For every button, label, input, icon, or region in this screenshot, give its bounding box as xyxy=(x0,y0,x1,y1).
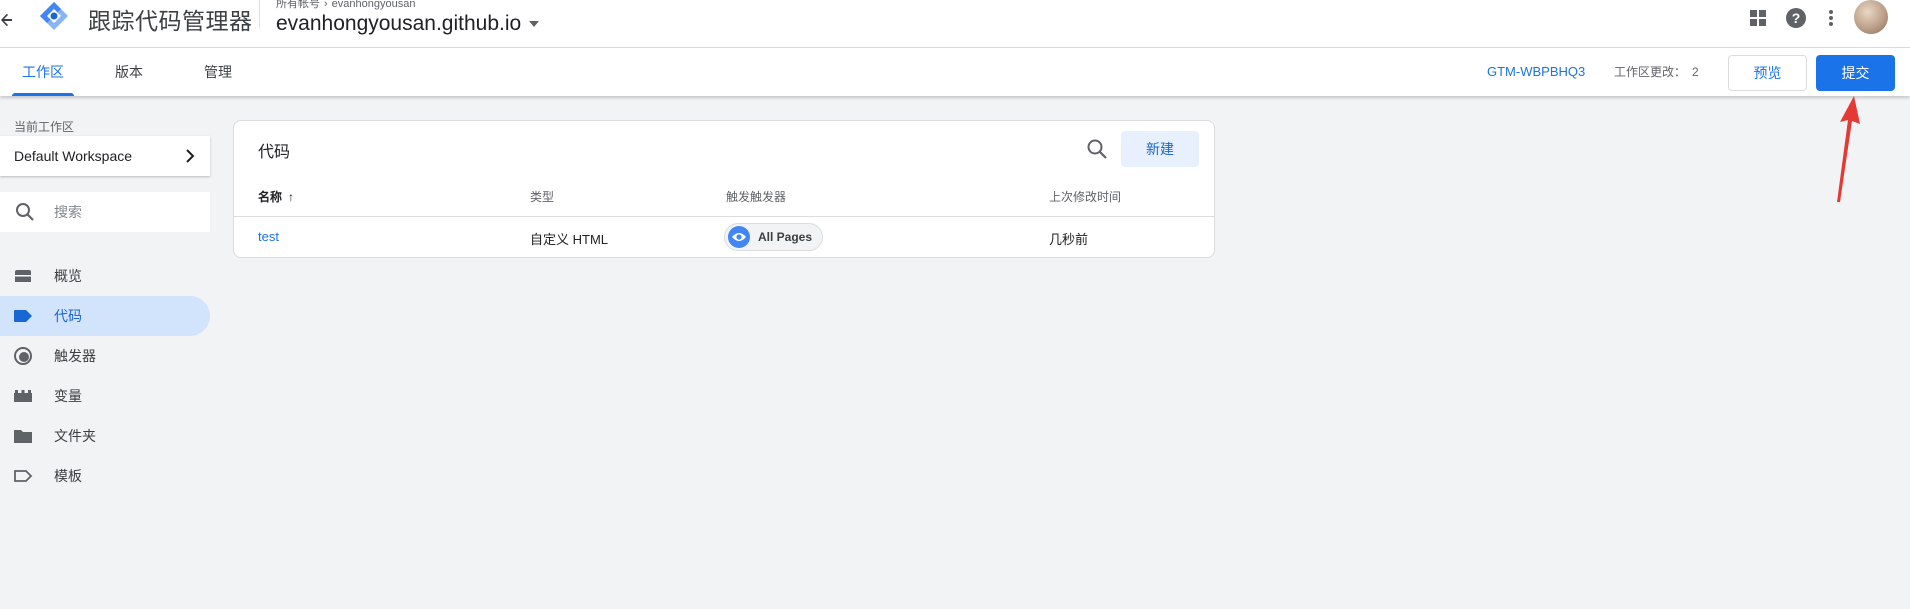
preview-button[interactable]: 预览 xyxy=(1728,55,1807,91)
template-icon xyxy=(13,466,33,486)
variable-icon xyxy=(13,386,33,406)
tags-card: 代码 新建 名称 ↑ 类型 触发触发器 上次修改时间 test 自定义 HTML … xyxy=(233,120,1215,258)
sidebar-item-label: 文件夹 xyxy=(54,428,96,444)
container-id-link[interactable]: GTM-WBPBHQ3 xyxy=(1487,48,1585,96)
breadcrumb[interactable]: 所有帐号 › evanhongyousan xyxy=(276,0,415,11)
help-icon[interactable]: ? xyxy=(1784,6,1808,30)
container-name: evanhongyousan.github.io xyxy=(276,12,522,35)
column-header-last-modified[interactable]: 上次修改时间 xyxy=(1049,188,1121,205)
workspace-changes-count: 2 xyxy=(1692,65,1699,79)
sort-ascending-icon: ↑ xyxy=(288,190,295,204)
sidebar-item-label: 代码 xyxy=(54,308,82,324)
sidebar-item-label: 模板 xyxy=(54,468,82,484)
app-title: 跟踪代码管理器 xyxy=(88,8,253,34)
sidebar-item-overview[interactable]: 概览 xyxy=(0,256,210,296)
top-app-bar: 跟踪代码管理器 所有帐号 › evanhongyousan evanhongyous… xyxy=(0,0,1910,48)
chevron-right-icon xyxy=(184,147,196,170)
sidebar-item-label: 概览 xyxy=(54,268,82,284)
sidebar-item-label: 触发器 xyxy=(54,348,96,364)
current-workspace-label: 当前工作区 xyxy=(14,120,75,134)
more-vert-icon[interactable] xyxy=(1819,6,1843,30)
search-icon xyxy=(14,201,36,223)
trigger-chip[interactable]: All Pages xyxy=(724,223,824,251)
column-header-name[interactable]: 名称 ↑ xyxy=(258,188,294,205)
search-icon[interactable] xyxy=(1085,137,1109,161)
workspace-tab-bar: 工作区 版本 管理 GTM-WBPBHQ3 工作区更改： 2 预览 提交 xyxy=(0,48,1910,96)
svg-text:?: ? xyxy=(1792,10,1801,26)
sidebar-item-templates[interactable]: 模板 xyxy=(0,456,210,496)
overview-icon xyxy=(13,266,33,286)
tab-admin[interactable]: 管理 xyxy=(196,48,240,96)
tab-versions[interactable]: 版本 xyxy=(107,48,151,96)
sidebar-item-folders[interactable]: 文件夹 xyxy=(0,416,210,456)
eye-icon xyxy=(728,226,750,248)
submit-button[interactable]: 提交 xyxy=(1816,55,1895,91)
sidebar-search-input[interactable] xyxy=(54,204,194,220)
new-tag-button[interactable]: 新建 xyxy=(1121,131,1199,167)
header-divider xyxy=(259,0,260,28)
sidebar-search[interactable] xyxy=(0,192,210,232)
trigger-chip-label: All Pages xyxy=(758,230,813,244)
workspace-name: Default Workspace xyxy=(14,148,133,164)
workspace-changes: 工作区更改： 2 xyxy=(1614,48,1699,96)
workspace-selector[interactable]: Default Workspace xyxy=(0,136,210,176)
column-header-name-label: 名称 xyxy=(258,190,283,204)
apps-grid-icon[interactable] xyxy=(1746,6,1770,30)
avatar[interactable] xyxy=(1854,0,1888,34)
sidebar-nav: 概览 代码 触发器 变量 文件夹 模板 xyxy=(0,256,210,496)
tag-name-link[interactable]: test xyxy=(258,229,279,244)
tag-type: 自定义 HTML xyxy=(530,232,609,247)
tab-workspace[interactable]: 工作区 xyxy=(12,48,74,96)
tag-icon xyxy=(13,306,33,326)
gtm-logo-icon[interactable] xyxy=(38,0,70,32)
dropdown-caret-icon xyxy=(529,21,540,28)
back-arrow-icon[interactable] xyxy=(0,8,16,32)
column-header-trigger[interactable]: 触发触发器 xyxy=(726,188,786,205)
card-title: 代码 xyxy=(258,144,291,161)
sidebar-item-variables[interactable]: 变量 xyxy=(0,376,210,416)
annotation-arrow-icon xyxy=(1837,96,1860,202)
sidebar-item-tags[interactable]: 代码 xyxy=(0,296,210,336)
chevron-right-icon: › xyxy=(324,0,328,10)
breadcrumb-all-accounts[interactable]: 所有帐号 xyxy=(276,0,320,10)
workspace-changes-label: 工作区更改： xyxy=(1614,65,1687,79)
last-modified: 几秒前 xyxy=(1049,232,1089,247)
sidebar-item-triggers[interactable]: 触发器 xyxy=(0,336,210,376)
column-header-type[interactable]: 类型 xyxy=(530,188,554,205)
trigger-icon xyxy=(13,346,33,366)
folder-icon xyxy=(13,426,33,446)
sidebar-item-label: 变量 xyxy=(54,388,82,404)
table-row[interactable]: test 自定义 HTML All Pages 几秒前 xyxy=(234,217,1214,257)
container-selector[interactable]: evanhongyousan.github.io xyxy=(276,12,540,36)
breadcrumb-account[interactable]: evanhongyousan xyxy=(332,0,416,10)
